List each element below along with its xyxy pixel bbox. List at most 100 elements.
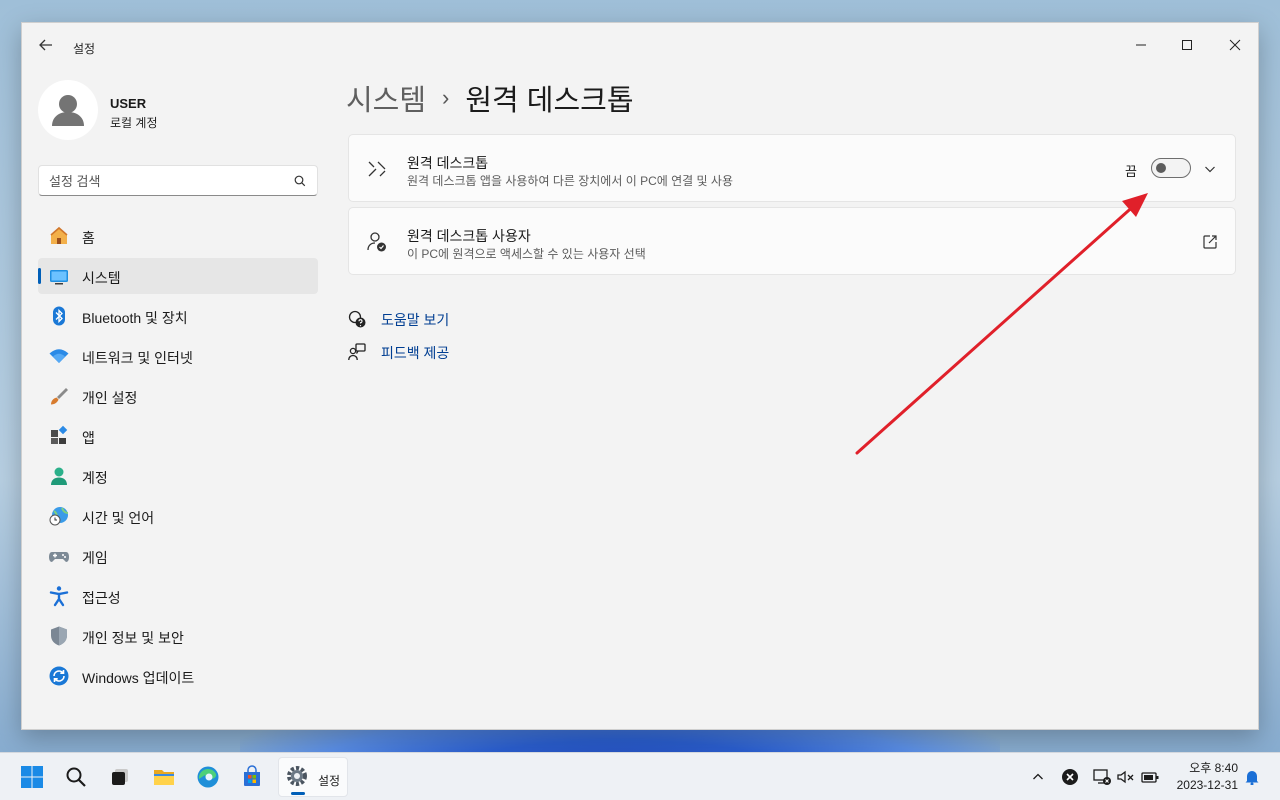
notifications-button[interactable] bbox=[1242, 767, 1262, 787]
sidebar-item-label: 홈 bbox=[82, 230, 95, 246]
search-icon bbox=[66, 767, 86, 787]
sidebar-item-accessibility[interactable]: 접근성 bbox=[38, 578, 318, 614]
open-external-icon[interactable] bbox=[1201, 233, 1219, 251]
taskbar-search-button[interactable] bbox=[60, 761, 92, 793]
toggle-state-label: 끔 bbox=[1125, 164, 1137, 179]
breadcrumb-separator: › bbox=[442, 85, 450, 110]
clock-time: 오후 8:40 bbox=[1189, 761, 1238, 775]
sidebar-item-label: 시스템 bbox=[82, 270, 121, 286]
help-chat-icon bbox=[348, 310, 366, 328]
sidebar-nav: 홈 시스템 Bluetooth 및 장치 네트워크 및 인터넷 개인 설정 앱 … bbox=[38, 218, 318, 698]
remote-desktop-card[interactable]: 원격 데스크톱 원격 데스크톱 앱을 사용하여 다른 장치에서 이 PC에 연결… bbox=[348, 134, 1236, 202]
sidebar-item-label: 개인 설정 bbox=[82, 390, 138, 406]
network-disconnected-icon bbox=[1093, 769, 1111, 785]
minimize-icon bbox=[1136, 44, 1146, 46]
sidebar-item-accounts[interactable]: 계정 bbox=[38, 458, 318, 494]
maximize-button[interactable] bbox=[1164, 29, 1210, 61]
start-button[interactable] bbox=[16, 761, 48, 793]
task-view-icon bbox=[112, 769, 128, 785]
sidebar-item-label: 앱 bbox=[82, 430, 95, 446]
taskbar-app-label: 설정 bbox=[318, 774, 341, 788]
sidebar-item-apps[interactable]: 앱 bbox=[38, 418, 318, 454]
sidebar-item-label: Windows 업데이트 bbox=[82, 670, 195, 686]
help-link-label[interactable]: 도움말 보기 bbox=[381, 310, 449, 330]
tray-overflow-button[interactable] bbox=[1028, 767, 1048, 787]
battery-charging-icon bbox=[1141, 772, 1159, 783]
tray-battery-button[interactable] bbox=[1140, 767, 1160, 787]
sidebar-item-gaming[interactable]: 게임 bbox=[38, 538, 318, 574]
remote-users-title: 원격 데스크톱 사용자 bbox=[407, 228, 531, 244]
store-button[interactable] bbox=[236, 761, 268, 793]
user-avatar-icon bbox=[52, 95, 84, 126]
tray-volume-button[interactable] bbox=[1116, 767, 1136, 787]
sidebar-item-privacy[interactable]: 개인 정보 및 보안 bbox=[38, 618, 318, 654]
task-view-button[interactable] bbox=[104, 761, 136, 793]
bell-icon bbox=[1245, 771, 1259, 785]
sidebar-item-label: 시간 및 언어 bbox=[82, 510, 155, 526]
search-icon bbox=[294, 175, 306, 187]
tray-status-button[interactable] bbox=[1060, 767, 1080, 787]
error-circle-icon bbox=[1062, 769, 1078, 785]
shield-icon bbox=[48, 625, 70, 647]
remote-desktop-users-card[interactable]: 원격 데스크톱 사용자 이 PC에 원격으로 액세스할 수 있는 사용자 선택 bbox=[348, 207, 1236, 275]
file-explorer-button[interactable] bbox=[148, 761, 180, 793]
expand-button[interactable] bbox=[1199, 159, 1221, 179]
close-button[interactable] bbox=[1212, 29, 1258, 61]
remote-users-description: 이 PC에 원격으로 액세스할 수 있는 사용자 선택 bbox=[407, 247, 646, 261]
settings-search[interactable] bbox=[38, 165, 318, 196]
sidebar-item-network[interactable]: 네트워크 및 인터넷 bbox=[38, 338, 318, 374]
feedback-link[interactable]: 피드백 제공 bbox=[348, 341, 548, 374]
account-icon bbox=[48, 465, 70, 487]
sidebar-item-label: 네트워크 및 인터넷 bbox=[82, 350, 193, 366]
chevron-down-icon bbox=[1205, 166, 1215, 173]
apps-icon bbox=[48, 425, 70, 447]
sidebar-item-label: 접근성 bbox=[82, 590, 121, 606]
sidebar-item-label: 개인 정보 및 보안 bbox=[82, 630, 184, 646]
feedback-icon bbox=[348, 343, 366, 361]
sidebar-item-system[interactable]: 시스템 bbox=[38, 258, 318, 294]
help-link[interactable]: 도움말 보기 bbox=[348, 308, 548, 341]
wifi-icon bbox=[48, 345, 70, 367]
back-button[interactable] bbox=[36, 35, 56, 55]
toggle-knob bbox=[1156, 163, 1166, 173]
maximize-icon bbox=[1182, 40, 1192, 50]
remote-desktop-title: 원격 데스크톱 bbox=[407, 155, 489, 171]
sidebar-item-label: Bluetooth 및 장치 bbox=[82, 310, 188, 326]
accessibility-icon bbox=[48, 585, 70, 607]
sidebar-item-time-language[interactable]: 시간 및 언어 bbox=[38, 498, 318, 534]
bluetooth-icon bbox=[48, 305, 70, 327]
clock-date: 2023-12-31 bbox=[1176, 778, 1238, 792]
tray-network-button[interactable] bbox=[1092, 767, 1112, 787]
page-title: 원격 데스크톱 bbox=[465, 85, 634, 117]
user-name: USER bbox=[110, 96, 147, 111]
gamepad-icon bbox=[48, 545, 70, 567]
breadcrumb-parent[interactable]: 시스템 bbox=[346, 77, 426, 119]
breadcrumb: 시스템 › 원격 데스크톱 bbox=[346, 77, 634, 119]
taskbar-settings-app[interactable]: 설정 bbox=[278, 757, 348, 797]
avatar bbox=[38, 80, 98, 140]
minimize-button[interactable] bbox=[1118, 29, 1164, 61]
help-section: 도움말 보기 피드백 제공 bbox=[348, 308, 548, 374]
remote-desktop-icon bbox=[368, 161, 386, 177]
remote-user-icon bbox=[367, 232, 386, 252]
sidebar-item-home[interactable]: 홈 bbox=[38, 218, 318, 254]
feedback-link-label[interactable]: 피드백 제공 bbox=[381, 343, 449, 363]
app-title: 설정 bbox=[73, 42, 96, 56]
search-input[interactable] bbox=[49, 172, 279, 190]
close-icon bbox=[1229, 39, 1241, 51]
update-icon bbox=[48, 665, 70, 687]
edge-browser-icon bbox=[197, 766, 219, 788]
gear-icon bbox=[287, 766, 307, 786]
sidebar-item-bluetooth[interactable]: Bluetooth 및 장치 bbox=[38, 298, 318, 334]
active-indicator bbox=[38, 268, 41, 284]
sidebar-item-personalization[interactable]: 개인 설정 bbox=[38, 378, 318, 414]
sidebar-item-windows-update[interactable]: Windows 업데이트 bbox=[38, 658, 318, 694]
brush-icon bbox=[48, 385, 70, 407]
running-indicator bbox=[291, 792, 305, 795]
settings-window: 설정 USER 로컬 계정 홈 bbox=[21, 22, 1259, 730]
edge-button[interactable] bbox=[192, 761, 224, 793]
windows-logo-icon bbox=[21, 766, 43, 788]
back-arrow-icon bbox=[39, 39, 52, 51]
remote-desktop-toggle[interactable] bbox=[1151, 158, 1191, 178]
taskbar-clock[interactable]: 오후 8:40 2023-12-31 bbox=[1168, 760, 1238, 794]
